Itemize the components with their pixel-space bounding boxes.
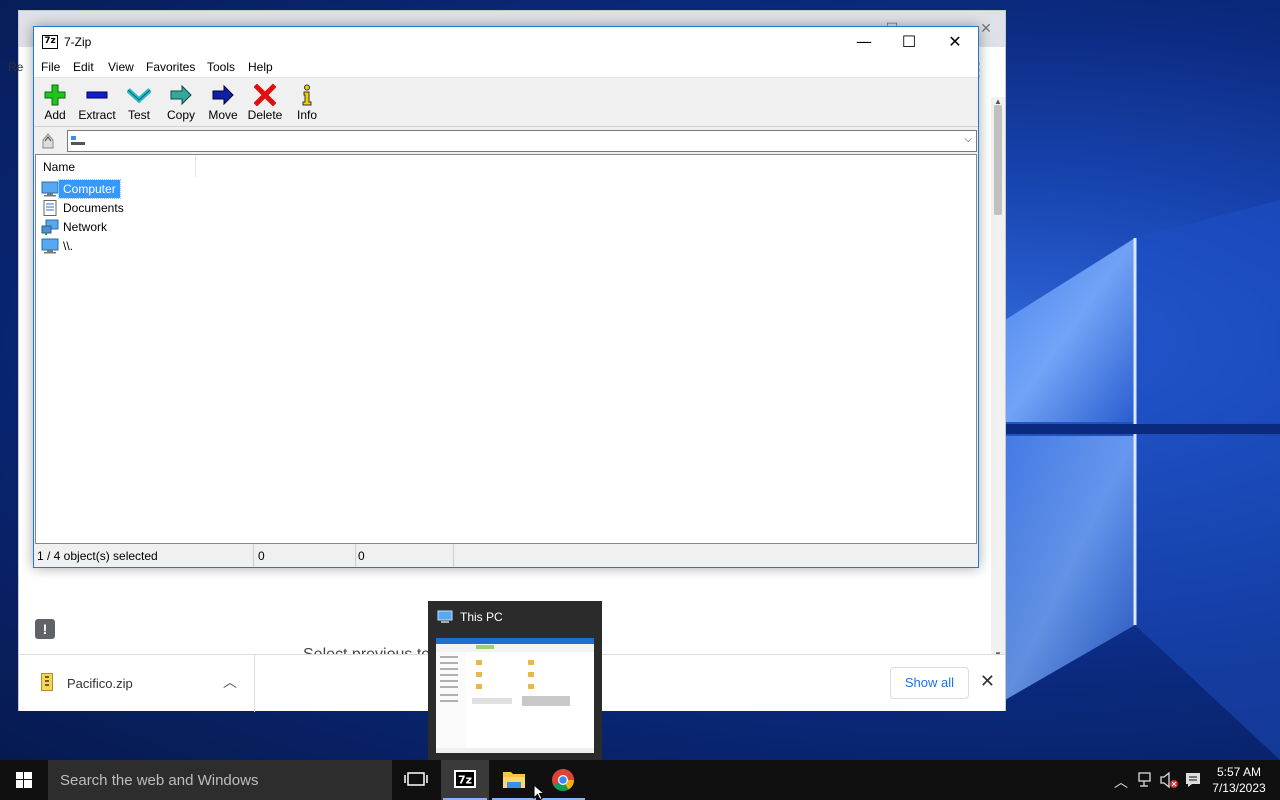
move-button[interactable]: Move bbox=[201, 82, 245, 126]
action-center-icon[interactable] bbox=[1184, 771, 1202, 789]
download-filename: Pacifico.zip bbox=[67, 676, 133, 691]
scrollbar-thumb[interactable] bbox=[994, 105, 1002, 215]
delete-icon bbox=[254, 84, 276, 106]
svg-text:7z: 7z bbox=[458, 774, 472, 787]
info-icon bbox=[302, 84, 312, 106]
chrome-scrollbar[interactable]: ▲ ▼ bbox=[991, 97, 1005, 659]
computer-icon bbox=[41, 181, 59, 197]
volume-muted-icon[interactable] bbox=[1159, 771, 1179, 789]
delete-button[interactable]: Delete bbox=[243, 82, 287, 126]
chevron-down-icon[interactable]: ⌵ bbox=[964, 134, 972, 145]
move-label: Move bbox=[208, 108, 238, 122]
delete-label: Delete bbox=[247, 108, 283, 122]
window-title: 7-Zip bbox=[64, 35, 92, 49]
computer-small-icon bbox=[71, 136, 85, 145]
network-icon bbox=[41, 219, 59, 235]
copy-label: Copy bbox=[166, 108, 195, 122]
7zip-window: 7z 7-Zip — ☐ ✕ File Edit View Favorites … bbox=[33, 26, 979, 568]
thumbnail-title: This PC bbox=[460, 610, 503, 624]
status-bar: 1 / 4 object(s) selected 0 0 bbox=[34, 544, 978, 567]
search-placeholder: Search the web and Windows bbox=[60, 772, 259, 789]
folder-icon bbox=[503, 772, 525, 788]
thumbnail-preview[interactable] bbox=[436, 638, 594, 753]
taskbar-search-box[interactable]: Search the web and Windows bbox=[48, 760, 392, 800]
up-folder-icon[interactable] bbox=[38, 132, 58, 150]
taskbar-chrome-button[interactable] bbox=[539, 760, 587, 800]
file-list[interactable]: Name Computer Documents Network \\. bbox=[35, 154, 977, 544]
menu-view[interactable]: View bbox=[108, 60, 134, 74]
add-button[interactable]: Add bbox=[33, 82, 77, 126]
menu-file[interactable]: File bbox=[41, 60, 60, 74]
toolbar: Add Extract Test Copy Move Delete Info bbox=[34, 77, 978, 127]
list-item-label: Computer bbox=[58, 179, 121, 199]
clock-date: 7/13/2023 bbox=[1212, 781, 1266, 795]
test-button[interactable]: Test bbox=[117, 82, 161, 126]
extract-icon bbox=[86, 91, 108, 99]
address-input[interactable]: ⌵ bbox=[67, 130, 977, 152]
explorer-preview-image bbox=[436, 638, 594, 753]
title-bar[interactable]: 7z 7-Zip — ☐ ✕ bbox=[34, 27, 978, 57]
task-view-icon[interactable] bbox=[392, 760, 440, 800]
menu-edit[interactable]: Edit bbox=[73, 60, 94, 74]
show-all-button[interactable]: Show all bbox=[889, 667, 969, 699]
menu-favorites[interactable]: Favorites bbox=[146, 60, 195, 74]
info-button[interactable]: Info bbox=[285, 82, 329, 126]
7zip-taskbar-icon: 7z bbox=[454, 770, 476, 788]
menu-bar: File Edit View Favorites Tools Help bbox=[34, 57, 978, 77]
chrome-partial-text: Re bbox=[8, 60, 24, 74]
network-status-icon[interactable] bbox=[1137, 771, 1155, 789]
column-header-name[interactable]: Name bbox=[36, 155, 196, 177]
minimize-button[interactable]: — bbox=[841, 27, 887, 57]
documents-icon bbox=[43, 200, 57, 216]
taskbar-thumbnail-popup[interactable]: This PC bbox=[428, 601, 602, 760]
list-item-label: Network bbox=[63, 220, 108, 234]
status-size: 0 bbox=[256, 544, 356, 567]
list-item-label: Documents bbox=[63, 201, 124, 215]
extract-label: Extract bbox=[78, 108, 116, 122]
7zip-app-icon[interactable]: 7z bbox=[42, 35, 58, 49]
feedback-icon[interactable]: ! bbox=[35, 619, 55, 639]
menu-tools[interactable]: Tools bbox=[207, 60, 235, 74]
taskbar: Search the web and Windows 7z ︿ 5:57 AM … bbox=[0, 760, 1280, 800]
drive-icon bbox=[41, 238, 59, 254]
test-icon bbox=[127, 88, 151, 104]
chrome-icon bbox=[552, 769, 574, 791]
taskbar-7zip-button[interactable]: 7z bbox=[441, 760, 489, 800]
taskbar-clock[interactable]: 5:57 AM 7/13/2023 bbox=[1210, 764, 1268, 796]
close-download-shelf-icon[interactable]: ✕ bbox=[980, 671, 995, 692]
status-selection: 1 / 4 object(s) selected bbox=[35, 544, 254, 567]
status-packed: 0 bbox=[356, 544, 454, 567]
test-label: Test bbox=[127, 108, 150, 122]
menu-help[interactable]: Help bbox=[248, 60, 273, 74]
this-pc-icon bbox=[437, 610, 453, 623]
download-item[interactable]: Pacifico.zip ︿ bbox=[19, 655, 255, 712]
clock-time: 5:57 AM bbox=[1216, 765, 1262, 779]
copy-icon bbox=[170, 84, 192, 106]
close-button[interactable]: ✕ bbox=[932, 27, 978, 57]
add-icon bbox=[44, 84, 66, 106]
maximize-button[interactable]: ☐ bbox=[886, 27, 932, 57]
list-item-label: \\. bbox=[63, 239, 74, 253]
add-label: Add bbox=[44, 108, 66, 122]
taskbar-explorer-button[interactable] bbox=[490, 760, 538, 800]
info-label: Info bbox=[296, 108, 317, 122]
chevron-up-icon[interactable]: ︿ bbox=[223, 672, 237, 692]
extract-button[interactable]: Extract bbox=[75, 82, 119, 126]
copy-button[interactable]: Copy bbox=[159, 82, 203, 126]
start-windows-icon[interactable] bbox=[0, 760, 48, 800]
address-bar: ⌵ bbox=[34, 128, 978, 154]
zip-file-icon bbox=[41, 673, 53, 691]
column-name-label: Name bbox=[43, 160, 76, 174]
show-hidden-icons-icon[interactable]: ︿ bbox=[1114, 772, 1128, 792]
move-icon bbox=[212, 84, 234, 106]
windows-logo-wallpaper bbox=[1005, 200, 1280, 760]
mouse-cursor-icon bbox=[533, 784, 545, 800]
